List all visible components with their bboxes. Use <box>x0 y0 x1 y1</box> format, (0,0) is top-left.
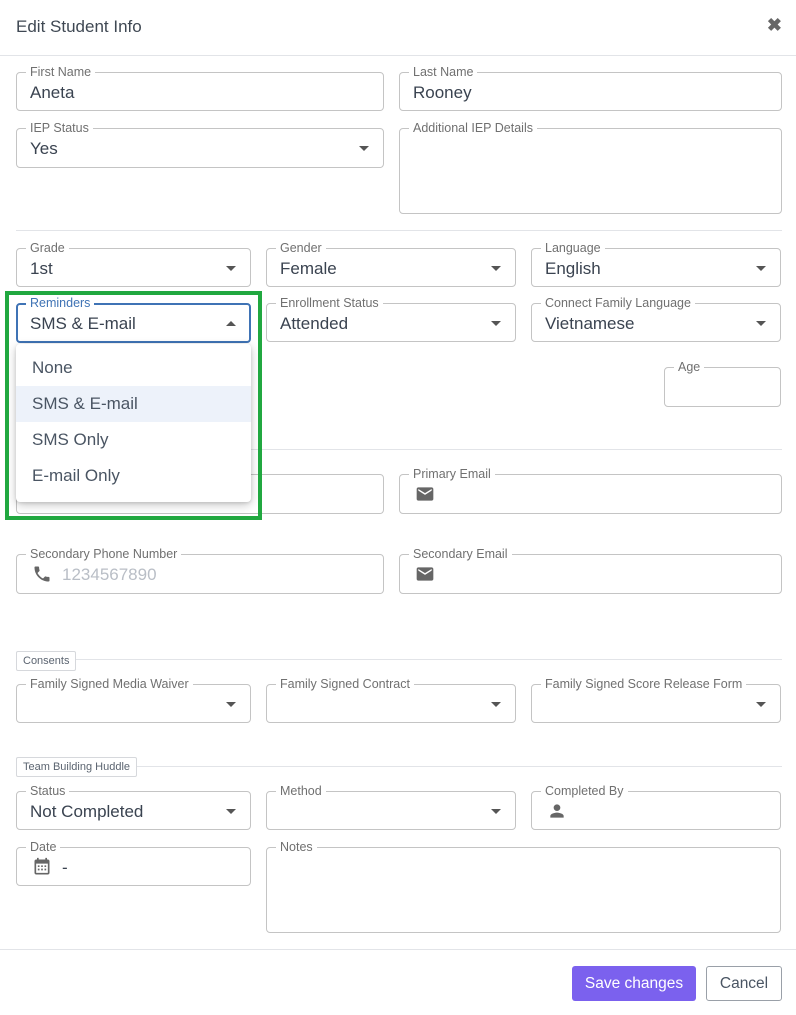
calendar-icon[interactable] <box>32 857 52 877</box>
cancel-button[interactable]: Cancel <box>706 966 782 1001</box>
chevron-down-icon <box>491 702 501 707</box>
enrollment-status-label: Enrollment Status <box>276 296 383 310</box>
divider <box>16 230 782 231</box>
language-value: English <box>545 259 601 278</box>
grade-value: 1st <box>30 259 53 278</box>
chevron-down-icon <box>226 809 236 814</box>
menu-item-sms-email[interactable]: SMS & E-mail <box>16 386 251 422</box>
person-icon <box>550 804 564 818</box>
enrollment-status-value: Attended <box>280 314 349 333</box>
menu-item-none[interactable]: None <box>16 350 251 386</box>
secondary-phone-placeholder: 1234567890 <box>62 565 157 584</box>
close-icon[interactable]: ✖ <box>767 15 782 35</box>
grade-label: Grade <box>26 241 69 255</box>
reminders-label: Reminders <box>26 296 95 310</box>
primary-email-label: Primary Email <box>409 467 495 481</box>
huddle-date-label: Date <box>26 840 61 854</box>
huddle-date-field[interactable]: Date - <box>16 840 251 886</box>
secondary-email-field[interactable]: Secondary Email <box>399 547 782 594</box>
connect-family-language-select[interactable]: Connect Family Language Vietnamese <box>531 296 781 342</box>
contract-label: Family Signed Contract <box>276 677 414 691</box>
iep-status-select[interactable]: IEP Status Yes <box>16 121 384 168</box>
secondary-phone-field[interactable]: Secondary Phone Number 1234567890 <box>16 547 384 594</box>
huddle-section-label: Team Building Huddle <box>16 757 138 777</box>
huddle-method-select[interactable]: Method <box>266 784 516 830</box>
language-label: Language <box>541 241 605 255</box>
completed-by-label: Completed By <box>541 784 628 798</box>
huddle-status-label: Status <box>26 784 70 798</box>
chevron-down-icon <box>359 146 369 151</box>
secondary-phone-label: Secondary Phone Number <box>26 547 182 561</box>
huddle-status-select[interactable]: Status Not Completed <box>16 784 251 830</box>
menu-item-sms-only[interactable]: SMS Only <box>16 422 251 458</box>
iep-status-label: IEP Status <box>26 121 93 135</box>
first-name-field[interactable]: First Name Aneta <box>16 65 384 111</box>
email-icon <box>416 567 434 581</box>
last-name-field[interactable]: Last Name Rooney <box>399 65 782 111</box>
huddle-date-value: - <box>62 858 68 877</box>
chevron-down-icon <box>491 266 501 271</box>
media-waiver-label: Family Signed Media Waiver <box>26 677 193 691</box>
email-icon <box>416 487 434 501</box>
modal-title: Edit Student Info <box>16 17 142 36</box>
completed-by-field[interactable]: Completed By <box>531 784 781 830</box>
first-name-label: First Name <box>26 65 96 79</box>
age-field[interactable]: Age <box>664 360 781 407</box>
age-label: Age <box>674 360 705 374</box>
contract-select[interactable]: Family Signed Contract <box>266 677 516 723</box>
reminders-select[interactable]: Reminders SMS & E-mail <box>16 296 251 343</box>
score-release-label: Family Signed Score Release Form <box>541 677 747 691</box>
menu-item-email-only[interactable]: E-mail Only <box>16 458 251 494</box>
chevron-down-icon <box>756 702 766 707</box>
chevron-down-icon <box>491 321 501 326</box>
consents-divider <box>16 659 782 660</box>
iep-status-value: Yes <box>30 139 58 158</box>
huddle-method-label: Method <box>276 784 326 798</box>
last-name-label: Last Name <box>409 65 478 79</box>
huddle-notes-field[interactable]: Notes <box>266 840 781 933</box>
connect-family-language-value: Vietnamese <box>545 314 635 333</box>
last-name-value: Rooney <box>413 83 472 102</box>
reminders-dropdown-menu: None SMS & E-mail SMS Only E-mail Only <box>16 344 251 502</box>
huddle-status-value: Not Completed <box>30 802 144 821</box>
chevron-down-icon <box>226 266 236 271</box>
footer-divider <box>0 949 796 950</box>
gender-select[interactable]: Gender Female <box>266 241 516 287</box>
additional-iep-details-field[interactable]: Additional IEP Details <box>399 121 782 214</box>
chevron-down-icon <box>756 266 766 271</box>
gender-value: Female <box>280 259 337 278</box>
gender-label: Gender <box>276 241 326 255</box>
modal-header: Edit Student Info ✖ <box>0 0 796 56</box>
chevron-up-icon <box>226 321 236 326</box>
chevron-down-icon <box>226 702 236 707</box>
primary-email-field[interactable]: Primary Email <box>399 467 782 514</box>
media-waiver-select[interactable]: Family Signed Media Waiver <box>16 677 251 723</box>
chevron-down-icon <box>491 809 501 814</box>
language-select[interactable]: Language English <box>531 241 781 287</box>
huddle-notes-label: Notes <box>276 840 317 854</box>
consents-section-label: Consents <box>16 651 77 671</box>
enrollment-status-select[interactable]: Enrollment Status Attended <box>266 296 516 342</box>
phone-icon <box>34 566 50 582</box>
reminders-value: SMS & E-mail <box>30 314 136 333</box>
chevron-down-icon <box>756 321 766 326</box>
secondary-email-label: Secondary Email <box>409 547 512 561</box>
additional-iep-label: Additional IEP Details <box>409 121 537 135</box>
save-changes-button[interactable]: Save changes <box>572 966 696 1001</box>
connect-family-language-label: Connect Family Language <box>541 296 695 310</box>
first-name-value: Aneta <box>30 83 75 102</box>
grade-select[interactable]: Grade 1st <box>16 241 251 287</box>
score-release-select[interactable]: Family Signed Score Release Form <box>531 677 781 723</box>
